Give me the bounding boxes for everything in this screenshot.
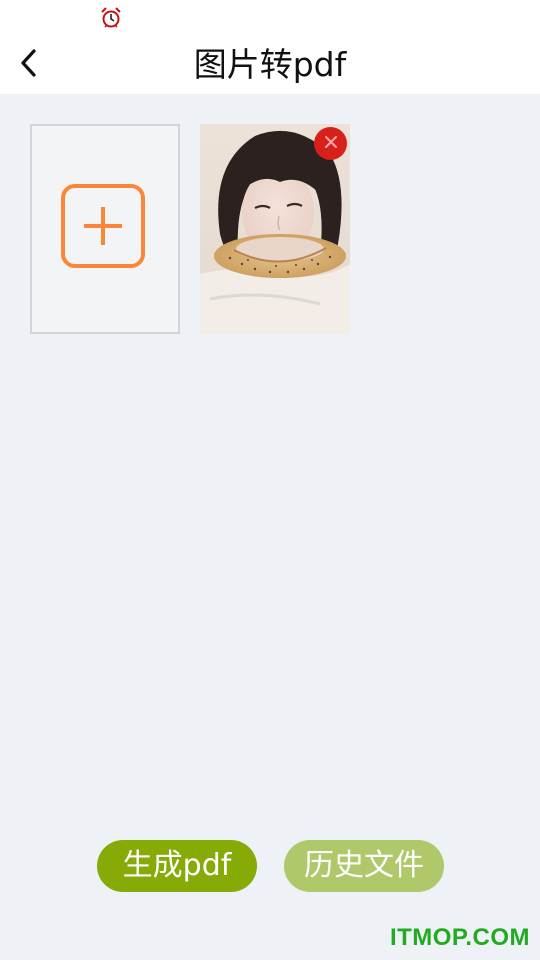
history-files-button[interactable]: 历史文件 xyxy=(284,840,444,892)
alarm-clock-icon xyxy=(100,7,122,29)
watermark-logo: ITMOP.COM xyxy=(389,924,530,951)
add-image-button[interactable] xyxy=(30,124,180,334)
plus-icon xyxy=(61,184,145,268)
page-title: 图片转pdf xyxy=(193,45,347,84)
generate-pdf-button[interactable]: 生成pdf xyxy=(97,840,257,892)
close-icon xyxy=(324,134,338,153)
status-bar xyxy=(0,0,540,36)
remove-photo-button[interactable] xyxy=(314,127,347,160)
app-header: 图片转pdf xyxy=(0,36,540,94)
